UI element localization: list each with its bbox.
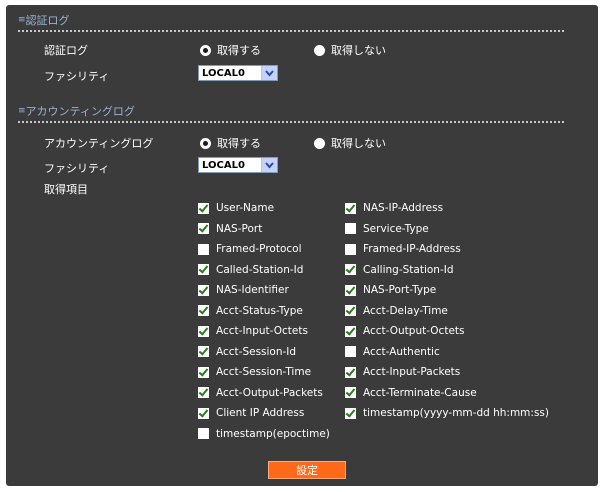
checkbox-label: User-Name [216, 202, 275, 214]
checkbox-item[interactable]: timestamp(epoctime) [198, 428, 330, 440]
checkbox-label: Acct-Status-Type [216, 304, 303, 317]
checkbox-checked-icon[interactable] [345, 284, 356, 296]
radio-selected-icon [200, 137, 211, 149]
checkbox-checked-icon[interactable] [345, 305, 356, 316]
accounting-log-section-title: ≡ アカウンティングログ [18, 103, 135, 119]
section-marker-icon: ≡ [18, 15, 25, 25]
checkbox-label: Called-Station-Id [216, 263, 304, 276]
auth-log-section-title: ≡ 認証ログ [18, 12, 70, 28]
checkbox-checked-icon[interactable] [198, 366, 209, 378]
checkbox-checked-icon[interactable] [198, 346, 209, 357]
section-marker-icon: ≡ [18, 106, 25, 116]
checkbox-label: Acct-Input-Octets [216, 325, 308, 337]
checkbox-item[interactable]: NAS-Identifier [198, 284, 289, 296]
checkbox-checked-icon[interactable] [198, 305, 209, 316]
checkbox-checked-icon[interactable] [198, 407, 209, 419]
checkbox-label: Framed-Protocol [216, 243, 302, 255]
checkbox-item[interactable]: Acct-Output-Packets [198, 387, 323, 399]
checkbox-checked-icon[interactable] [345, 387, 356, 398]
checkbox-unchecked-icon[interactable] [345, 346, 356, 357]
checkbox-item[interactable]: Acct-Output-Octets [345, 325, 465, 337]
checkbox-checked-icon[interactable] [198, 223, 209, 234]
auth-log-label: 認証ログ [44, 44, 88, 57]
checkbox-label: timestamp(yyyy-mm-dd hh:mm:ss) [363, 407, 549, 419]
checkbox-item[interactable]: Acct-Session-Id [198, 346, 296, 358]
checkbox-checked-icon[interactable] [345, 264, 356, 275]
section-divider [18, 30, 564, 32]
checkbox-unchecked-icon[interactable] [198, 428, 209, 439]
settings-panel: ≡ 認証ログ 認証ログ 取得する 取得しない ファシリティ LOCAL0 ≡ ア… [6, 5, 598, 486]
submit-button[interactable]: 設定 [268, 461, 346, 479]
checkbox-label: NAS-Port [216, 222, 263, 235]
checkbox-item[interactable]: Acct-Terminate-Cause [345, 387, 477, 399]
checkbox-item[interactable]: Acct-Input-Packets [345, 366, 460, 378]
checkbox-label: Acct-Delay-Time [363, 304, 448, 317]
checkbox-checked-icon[interactable] [345, 325, 356, 337]
accounting-facility-label: ファシリティ [44, 162, 110, 175]
checkbox-label: Acct-Session-Time [216, 366, 312, 378]
checkbox-item[interactable]: Framed-Protocol [198, 243, 301, 255]
checkbox-label: Acct-Input-Packets [363, 366, 461, 378]
checkbox-label: Client IP Address [216, 407, 305, 419]
chevron-down-icon [261, 66, 277, 80]
auth-log-radio-off[interactable]: 取得しない [314, 42, 386, 58]
checkbox-label: NAS-IP-Address [363, 202, 444, 214]
accounting-facility-select[interactable]: LOCAL0 [198, 157, 278, 173]
checkbox-unchecked-icon[interactable] [345, 243, 356, 255]
checkbox-label: Acct-Authentic [363, 345, 440, 358]
section-divider [18, 121, 564, 123]
checkbox-checked-icon[interactable] [345, 202, 356, 214]
checkbox-label: Calling-Station-Id [363, 263, 454, 276]
auth-facility-label: ファシリティ [44, 70, 110, 83]
checkbox-item[interactable]: User-Name [198, 202, 274, 214]
checkbox-checked-icon[interactable] [198, 202, 209, 214]
checkbox-item[interactable]: NAS-IP-Address [345, 202, 443, 214]
checkbox-item[interactable]: Acct-Input-Octets [198, 325, 308, 337]
accounting-log-radio-off[interactable]: 取得しない [314, 135, 386, 151]
checkbox-label: Acct-Session-Id [216, 345, 297, 358]
checkbox-label: Acct-Output-Octets [363, 325, 465, 337]
auth-log-title: 認証ログ [25, 14, 70, 27]
checkbox-unchecked-icon[interactable] [345, 223, 356, 234]
auth-facility-select[interactable]: LOCAL0 [198, 65, 278, 81]
auth-log-radio-on[interactable]: 取得する [200, 42, 261, 58]
checkbox-label: Acct-Terminate-Cause [363, 386, 477, 399]
checkbox-item[interactable]: Acct-Authentic [345, 346, 440, 358]
checkbox-label: Framed-IP-Address [363, 243, 461, 255]
checkbox-item[interactable]: Acct-Delay-Time [345, 305, 448, 317]
checkbox-item[interactable]: NAS-Port-Type [345, 284, 436, 296]
radio-unselected-icon [314, 137, 325, 149]
checkbox-item[interactable]: Acct-Status-Type [198, 305, 303, 317]
accounting-log-title: アカウンティングログ [25, 105, 135, 118]
checkbox-item[interactable]: Service-Type [345, 223, 429, 235]
checkbox-label: Acct-Output-Packets [216, 386, 323, 399]
chevron-down-icon [261, 158, 277, 172]
checkbox-item[interactable]: Client IP Address [198, 407, 304, 419]
checkbox-unchecked-icon[interactable] [198, 243, 209, 255]
checkbox-label: NAS-Port-Type [363, 284, 437, 296]
radio-selected-icon [200, 44, 211, 56]
checkbox-item[interactable]: Acct-Session-Time [198, 366, 311, 378]
checkbox-item[interactable]: timestamp(yyyy-mm-dd hh:mm:ss) [345, 407, 549, 419]
checkbox-checked-icon[interactable] [198, 387, 209, 398]
checkbox-item[interactable]: Framed-IP-Address [345, 243, 461, 255]
checkbox-label: NAS-Identifier [216, 284, 289, 296]
checkbox-checked-icon[interactable] [198, 284, 209, 296]
checkbox-checked-icon[interactable] [345, 407, 356, 419]
checkbox-item[interactable]: Calling-Station-Id [345, 264, 454, 276]
accounting-log-radio-on[interactable]: 取得する [200, 135, 261, 151]
checkbox-checked-icon[interactable] [345, 366, 356, 378]
accounting-log-label: アカウンティングログ [44, 137, 154, 150]
checkbox-item[interactable]: NAS-Port [198, 223, 262, 235]
checkbox-label: Service-Type [363, 222, 429, 235]
radio-unselected-icon [314, 44, 325, 56]
items-label: 取得項目 [44, 183, 88, 196]
checkbox-label: timestamp(epoctime) [216, 427, 330, 440]
checkbox-checked-icon[interactable] [198, 325, 209, 337]
checkbox-checked-icon[interactable] [198, 264, 209, 275]
checkbox-item[interactable]: Called-Station-Id [198, 264, 303, 276]
